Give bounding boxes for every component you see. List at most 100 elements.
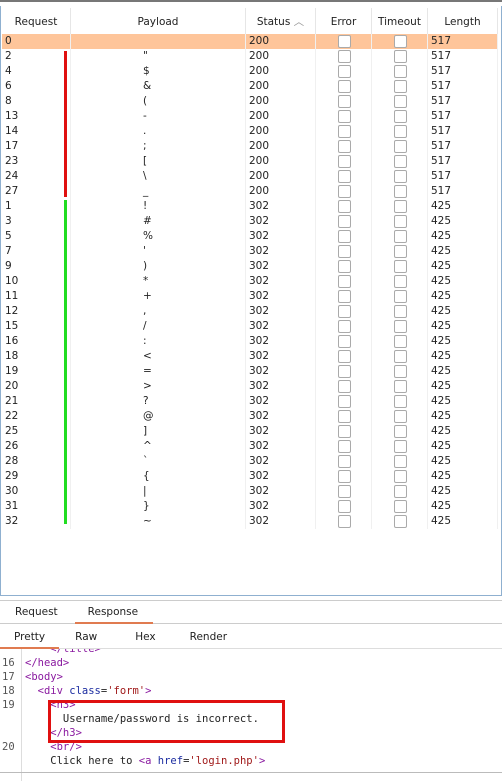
- error-checkbox[interactable]: [338, 125, 351, 138]
- timeout-checkbox[interactable]: [394, 320, 407, 333]
- table-row[interactable]: 2 " 200 517: [2, 49, 498, 64]
- table-row[interactable]: 18 <302 425: [2, 349, 498, 364]
- error-checkbox[interactable]: [338, 170, 351, 183]
- table-row[interactable]: 25] 302 425: [2, 424, 498, 439]
- error-checkbox[interactable]: [338, 335, 351, 348]
- timeout-checkbox[interactable]: [394, 470, 407, 483]
- timeout-checkbox[interactable]: [394, 215, 407, 228]
- error-checkbox[interactable]: [338, 65, 351, 78]
- error-checkbox[interactable]: [338, 515, 351, 528]
- table-row[interactable]: 28 ` 302 425: [2, 454, 498, 469]
- timeout-checkbox[interactable]: [394, 335, 407, 348]
- table-row[interactable]: 21? 302 425: [2, 394, 498, 409]
- tab-response[interactable]: Response: [73, 601, 154, 624]
- table-row[interactable]: 16:302 425: [2, 334, 498, 349]
- tab-pretty[interactable]: Pretty: [0, 627, 60, 649]
- error-checkbox[interactable]: [338, 320, 351, 333]
- table-row[interactable]: 10 * 302 425: [2, 274, 498, 289]
- table-row[interactable]: 9) 302 425: [2, 259, 498, 274]
- table-row[interactable]: 5% 302 425: [2, 229, 498, 244]
- timeout-checkbox[interactable]: [394, 365, 407, 378]
- timeout-checkbox[interactable]: [394, 50, 407, 63]
- tab-request[interactable]: Request: [0, 601, 73, 623]
- error-checkbox[interactable]: [338, 260, 351, 273]
- error-checkbox[interactable]: [338, 200, 351, 213]
- timeout-checkbox[interactable]: [394, 380, 407, 393]
- error-checkbox[interactable]: [338, 365, 351, 378]
- error-checkbox[interactable]: [338, 455, 351, 468]
- tab-raw[interactable]: Raw: [59, 627, 111, 648]
- table-row[interactable]: 17; 200 517: [2, 139, 498, 154]
- error-checkbox[interactable]: [338, 470, 351, 483]
- error-checkbox[interactable]: [338, 140, 351, 153]
- error-checkbox[interactable]: [338, 245, 351, 258]
- table-row[interactable]: 29{302 425: [2, 469, 498, 484]
- timeout-checkbox[interactable]: [394, 260, 407, 273]
- timeout-checkbox[interactable]: [394, 410, 407, 423]
- table-row[interactable]: 32 ~302 425: [2, 514, 498, 529]
- table-row[interactable]: 30 | 302 425: [2, 484, 498, 499]
- table-row[interactable]: 24 \ 200 517: [2, 169, 498, 184]
- timeout-checkbox[interactable]: [394, 485, 407, 498]
- column-request[interactable]: Request: [2, 8, 71, 36]
- table-row[interactable]: 0 200 517: [2, 34, 498, 49]
- timeout-checkbox[interactable]: [394, 245, 407, 258]
- error-checkbox[interactable]: [338, 305, 351, 318]
- table-row[interactable]: 11 +302 425: [2, 289, 498, 304]
- error-checkbox[interactable]: [338, 50, 351, 63]
- timeout-checkbox[interactable]: [394, 515, 407, 528]
- timeout-checkbox[interactable]: [394, 110, 407, 123]
- timeout-checkbox[interactable]: [394, 185, 407, 198]
- error-checkbox[interactable]: [338, 215, 351, 228]
- table-row[interactable]: 23[200 517: [2, 154, 498, 169]
- error-checkbox[interactable]: [338, 185, 351, 198]
- table-row[interactable]: 15/302 425: [2, 319, 498, 334]
- table-row[interactable]: 31} 302 425: [2, 499, 498, 514]
- timeout-checkbox[interactable]: [394, 140, 407, 153]
- error-checkbox[interactable]: [338, 80, 351, 93]
- timeout-checkbox[interactable]: [394, 155, 407, 168]
- timeout-checkbox[interactable]: [394, 80, 407, 93]
- timeout-checkbox[interactable]: [394, 500, 407, 513]
- timeout-checkbox[interactable]: [394, 95, 407, 108]
- timeout-checkbox[interactable]: [394, 350, 407, 363]
- error-checkbox[interactable]: [338, 290, 351, 303]
- error-checkbox[interactable]: [338, 440, 351, 453]
- table-row[interactable]: 7 ' 302 425: [2, 244, 498, 259]
- table-row[interactable]: 26 ^ 302 425: [2, 439, 498, 454]
- tab-render[interactable]: Render: [170, 627, 241, 648]
- table-row[interactable]: 13-200 517: [2, 109, 498, 124]
- timeout-checkbox[interactable]: [394, 35, 407, 48]
- table-row[interactable]: 22 @302 425: [2, 409, 498, 424]
- error-checkbox[interactable]: [338, 35, 351, 48]
- table-row[interactable]: 12, 302 425: [2, 304, 498, 319]
- error-checkbox[interactable]: [338, 425, 351, 438]
- table-row[interactable]: 14. 200 517: [2, 124, 498, 139]
- table-row[interactable]: 27 _ 200 517: [2, 184, 498, 199]
- timeout-checkbox[interactable]: [394, 455, 407, 468]
- error-checkbox[interactable]: [338, 275, 351, 288]
- timeout-checkbox[interactable]: [394, 125, 407, 138]
- error-checkbox[interactable]: [338, 155, 351, 168]
- error-checkbox[interactable]: [338, 95, 351, 108]
- timeout-checkbox[interactable]: [394, 305, 407, 318]
- error-checkbox[interactable]: [338, 500, 351, 513]
- table-row[interactable]: 3 #302 425: [2, 214, 498, 229]
- tab-hex[interactable]: Hex: [111, 627, 169, 648]
- column-payload[interactable]: Payload: [71, 8, 246, 36]
- column-status[interactable]: Status ︿: [246, 8, 316, 36]
- error-checkbox[interactable]: [338, 380, 351, 393]
- error-checkbox[interactable]: [338, 110, 351, 123]
- table-row[interactable]: 1! 302 425: [2, 199, 498, 214]
- error-checkbox[interactable]: [338, 395, 351, 408]
- table-row[interactable]: 19 = 302 425: [2, 364, 498, 379]
- timeout-checkbox[interactable]: [394, 200, 407, 213]
- timeout-checkbox[interactable]: [394, 425, 407, 438]
- column-length[interactable]: Length: [428, 8, 498, 36]
- error-checkbox[interactable]: [338, 410, 351, 423]
- timeout-checkbox[interactable]: [394, 290, 407, 303]
- table-row[interactable]: 4 $200 517: [2, 64, 498, 79]
- table-row[interactable]: 8(200 517: [2, 94, 498, 109]
- timeout-checkbox[interactable]: [394, 440, 407, 453]
- table-row[interactable]: 20 >302 425: [2, 379, 498, 394]
